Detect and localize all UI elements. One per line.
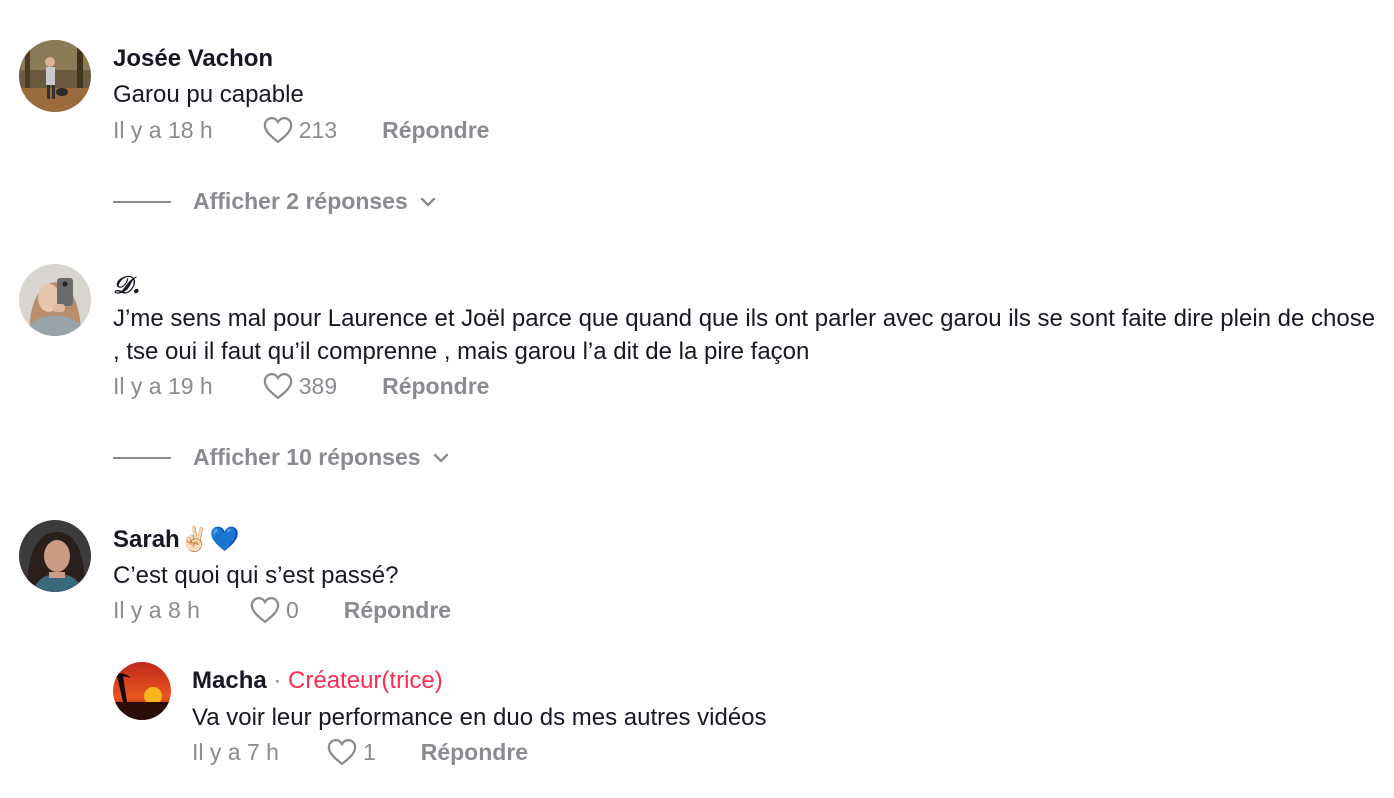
avatar-photo-selfie — [19, 264, 91, 336]
like-count: 389 — [298, 372, 338, 399]
reply-button[interactable]: Répondre — [421, 739, 528, 766]
view-replies-button[interactable]: Afficher 2 réponses — [113, 188, 438, 215]
view-replies-label: Afficher 2 réponses — [193, 188, 408, 214]
avatar[interactable] — [19, 40, 91, 112]
comment-text: C’est quoi qui s’est passé? — [113, 562, 399, 589]
comment-timestamp: Il y a 19 h — [113, 372, 213, 399]
like-button[interactable]: 389 — [263, 372, 337, 400]
reply-button[interactable]: Répondre — [382, 373, 489, 400]
heart-icon — [250, 596, 280, 624]
heart-icon — [327, 738, 357, 766]
like-button[interactable]: 0 — [250, 596, 299, 624]
comment-text: J’me sens mal pour Laurence et Joël parc… — [113, 305, 1376, 365]
separator-dot: · — [273, 667, 282, 694]
comment-text: Garou pu capable — [113, 81, 304, 108]
reply-username-row: Macha · Créateur(trice) — [192, 667, 443, 695]
avatar-photo-portrait — [19, 520, 91, 592]
avatar-photo-sunset — [113, 662, 171, 720]
chevron-down-icon — [433, 453, 448, 462]
username-text: Sarah — [113, 526, 180, 553]
username-emoji: ✌🏻💙 — [179, 526, 240, 553]
view-replies-label: Afficher 10 réponses — [193, 444, 421, 470]
reply-meta: Il y a 7 h 1 Répondre — [192, 738, 528, 766]
heart-icon — [263, 116, 292, 144]
like-count: 0 — [285, 596, 299, 623]
chevron-down-icon — [420, 197, 435, 206]
comment-timestamp: Il y a 8 h — [113, 596, 200, 623]
reply-button[interactable]: Répondre — [382, 117, 489, 144]
heart-icon — [263, 372, 292, 400]
like-button[interactable]: 213 — [263, 116, 337, 144]
view-replies-button[interactable]: Afficher 10 réponses — [113, 444, 451, 471]
comment-timestamp: Il y a 18 h — [113, 116, 213, 143]
avatar[interactable] — [19, 264, 91, 336]
reply-timestamp: Il y a 7 h — [192, 738, 279, 765]
avatar[interactable] — [113, 662, 171, 720]
comment-username[interactable]: 𝒟. — [113, 270, 141, 299]
avatar[interactable] — [19, 520, 91, 592]
divider-line — [113, 456, 171, 459]
like-button[interactable]: 1 — [327, 738, 376, 766]
like-count: 1 — [362, 738, 376, 765]
reply-button[interactable]: Répondre — [344, 597, 451, 624]
comment-username[interactable]: Josée Vachon — [113, 45, 273, 73]
like-count: 213 — [298, 116, 338, 143]
creator-badge: Créateur(trice) — [288, 667, 443, 694]
reply-username[interactable]: Macha — [192, 667, 267, 694]
divider-line — [113, 200, 171, 203]
comment-meta: Il y a 8 h 0 Répondre — [113, 596, 451, 624]
comment-username[interactable]: Sarah✌🏻💙 — [113, 525, 239, 554]
comment-meta: Il y a 19 h 389 Répondre — [113, 372, 489, 400]
reply-text: Va voir leur performance en duo ds mes a… — [192, 704, 767, 731]
comments-panel: Josée Vachon Garou pu capable Il y a 18 … — [0, 0, 1394, 798]
comment-meta: Il y a 18 h 213 Répondre — [113, 116, 489, 144]
avatar-photo-forest — [19, 40, 91, 112]
